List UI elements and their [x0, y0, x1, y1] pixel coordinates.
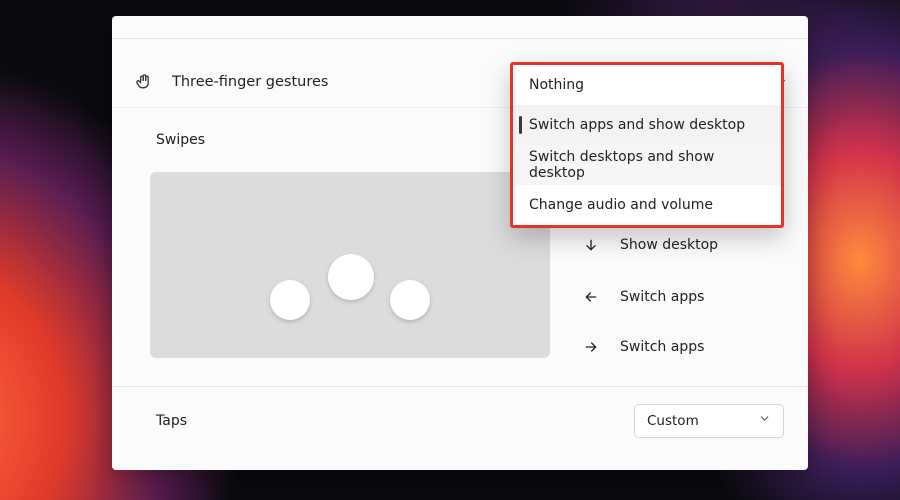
- finger-dot-icon: [270, 280, 310, 320]
- three-finger-hand-icon: [134, 72, 154, 92]
- swipes-option[interactable]: Change audio and volume: [513, 185, 781, 225]
- touchpad-settings-panel: Three-finger gestures Swipes Show deskto…: [112, 16, 808, 470]
- swipe-down-label: Show desktop: [620, 237, 718, 253]
- panel-top-divider: [112, 38, 808, 39]
- arrow-left-icon: [582, 288, 600, 306]
- swipes-option-label: Change audio and volume: [529, 197, 713, 213]
- swipes-option[interactable]: Switch desktops and show desktop: [513, 145, 781, 185]
- finger-dot-icon: [390, 280, 430, 320]
- swipes-label: Swipes: [156, 132, 205, 148]
- taps-dropdown-value: Custom: [647, 413, 699, 429]
- swipe-left-action-row[interactable]: Switch apps: [582, 288, 704, 306]
- arrow-right-icon: [582, 338, 600, 356]
- swipes-option-label: Switch apps and show desktop: [529, 117, 745, 133]
- taps-label: Taps: [156, 413, 187, 429]
- swipe-left-label: Switch apps: [620, 289, 704, 305]
- finger-dot-icon: [328, 254, 374, 300]
- swipes-options-popup: Nothing Switch apps and show desktop Swi…: [510, 62, 784, 228]
- swipes-option[interactable]: Nothing: [513, 65, 781, 105]
- taps-row: Taps Custom: [112, 386, 808, 454]
- swipes-option[interactable]: Switch apps and show desktop: [513, 105, 781, 145]
- swipe-down-action-row[interactable]: Show desktop: [582, 236, 718, 254]
- section-title: Three-finger gestures: [172, 74, 328, 90]
- arrow-down-icon: [582, 236, 600, 254]
- swipe-right-label: Switch apps: [620, 339, 704, 355]
- swipes-option-label: Switch desktops and show desktop: [529, 149, 765, 181]
- chevron-down-icon: [758, 412, 771, 429]
- swipe-right-action-row[interactable]: Switch apps: [582, 338, 704, 356]
- gesture-preview-pad: [150, 172, 550, 358]
- swipes-option-label: Nothing: [529, 77, 584, 93]
- taps-dropdown[interactable]: Custom: [634, 404, 784, 438]
